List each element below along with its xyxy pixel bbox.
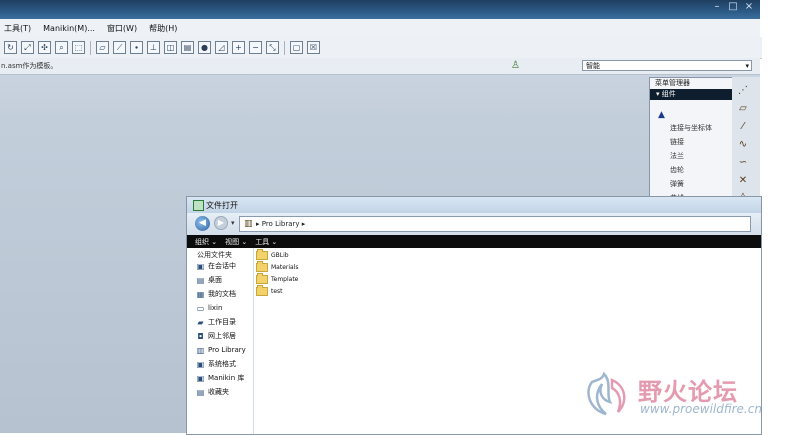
menu-tools[interactable]: 工具(T) bbox=[4, 23, 31, 34]
csys-icon[interactable]: ⊥ bbox=[147, 41, 160, 54]
menu-help[interactable]: 帮助(H) bbox=[149, 23, 177, 34]
select-icon[interactable]: ⬚ bbox=[72, 41, 85, 54]
csys-icon[interactable]: ✕ bbox=[736, 175, 750, 186]
forward-icon[interactable]: ▶ bbox=[214, 216, 228, 230]
view-button[interactable]: 视图 ⌄ bbox=[225, 237, 247, 247]
nav-item-working-dir[interactable]: ▰ 工作目录 bbox=[196, 316, 236, 328]
documents-icon: ▦ bbox=[196, 289, 205, 299]
title-bar: – □ × bbox=[0, 0, 760, 19]
dialog-title: 文件打开 bbox=[206, 201, 238, 210]
nav-item-manikin-library[interactable]: ▣ Manikin 库 bbox=[196, 372, 245, 384]
nav-item-in-session[interactable]: ▣ 在会话中 bbox=[196, 260, 236, 272]
menu-manikin[interactable]: Manikin(M)... bbox=[43, 24, 95, 33]
nav-item-favorites[interactable]: ▤ 收藏夹 bbox=[196, 386, 229, 398]
find-icon[interactable]: ⌕ bbox=[55, 41, 68, 54]
nav-item-lixin[interactable]: ▭ lixin bbox=[196, 302, 223, 314]
datum-planes-icon[interactable]: ▱ bbox=[96, 41, 109, 54]
sketch-toolbar: ⋰ ▱ ⁄ ∿ ∽ ✕ △ bbox=[732, 77, 760, 212]
nav-item-my-documents[interactable]: ▦ 我的文档 bbox=[196, 288, 236, 300]
navigation-pane: 公用文件夹 ▣ 在会话中 ▤ 桌面 ▦ 我的文档 ▭ lixin ▰ 工作目录 ◘ 网上邻居… bbox=[187, 248, 254, 434]
watermark-url: www.proewildfire.cn bbox=[640, 402, 762, 416]
list-item[interactable]: test bbox=[256, 284, 283, 297]
axes-icon[interactable]: ⟋ bbox=[113, 41, 126, 54]
minimize-icon[interactable]: – bbox=[712, 2, 722, 12]
list-item[interactable]: GBLib bbox=[256, 248, 289, 261]
triangle-icon: ▲ bbox=[658, 110, 665, 120]
window-icon[interactable]: ▢ bbox=[290, 41, 303, 54]
filter-value: 智能 bbox=[586, 62, 600, 70]
nav-header: 公用文件夹 bbox=[197, 251, 232, 259]
nav-item-desktop[interactable]: ▤ 桌面 bbox=[196, 274, 222, 286]
folder-icon bbox=[256, 272, 268, 284]
close-icon[interactable]: × bbox=[744, 2, 754, 12]
shading-icon[interactable]: ● bbox=[198, 41, 211, 54]
zoom-in-icon[interactable]: + bbox=[232, 41, 245, 54]
menu-manager-title: 菜单管理器 bbox=[655, 79, 690, 87]
orient-icon[interactable]: ⤢ bbox=[21, 41, 34, 54]
manikin-icon: ▣ bbox=[196, 373, 205, 383]
format-icon: ▣ bbox=[196, 359, 205, 369]
nav-item-pro-library[interactable]: ▥ Pro Library bbox=[196, 344, 246, 356]
spin-icon[interactable]: ✣ bbox=[38, 41, 51, 54]
status-message: n.asm作为模板。 bbox=[1, 62, 58, 70]
address-bar[interactable]: ▥ ▸ Pro Library ▸ bbox=[239, 216, 751, 232]
menu-manager-item[interactable]: 链接 bbox=[670, 137, 684, 147]
menu-manager-item[interactable]: 弹簧 bbox=[670, 179, 684, 189]
zoom-out-icon[interactable]: − bbox=[249, 41, 262, 54]
axis-icon[interactable]: ⁄ bbox=[736, 121, 750, 132]
menu-manager-section[interactable]: ▾ 组件 bbox=[650, 89, 732, 100]
library-icon: ▥ bbox=[244, 219, 253, 229]
list-item[interactable]: Template bbox=[256, 272, 298, 285]
favorites-icon: ▤ bbox=[196, 387, 205, 397]
organize-button[interactable]: 组织 ⌄ bbox=[195, 237, 217, 247]
perspective-icon[interactable]: ◿ bbox=[215, 41, 228, 54]
address-path: ▸ Pro Library ▸ bbox=[256, 220, 306, 228]
folder-icon bbox=[256, 260, 268, 272]
desktop-icon: ▤ bbox=[196, 275, 205, 285]
dialog-title-bar: 文件打开 bbox=[187, 197, 761, 213]
folder-icon: ▰ bbox=[197, 317, 204, 327]
view-icon[interactable]: ◫ bbox=[164, 41, 177, 54]
plane-icon[interactable]: ▱ bbox=[736, 103, 750, 114]
menu-window[interactable]: 窗口(W) bbox=[107, 23, 137, 34]
menu-manager-item[interactable]: 法兰 bbox=[670, 151, 684, 161]
curve-icon[interactable]: ∿ bbox=[736, 139, 750, 150]
chevron-down-icon: ▾ bbox=[745, 62, 749, 70]
traffic-light-icon[interactable]: ♙ bbox=[511, 60, 520, 71]
folder-icon bbox=[256, 284, 268, 296]
history-dropdown-icon[interactable]: ▾ bbox=[231, 219, 235, 227]
saved-views-icon[interactable]: ▤ bbox=[181, 41, 194, 54]
menu-manager-panel: 菜单管理器 ▾ 组件 ▲ 连接与坐标体 链接 法兰 齿轮 弹簧 曲线 bbox=[649, 77, 733, 214]
nav-item-system-formats[interactable]: ▣ 系统格式 bbox=[196, 358, 236, 370]
repaint-icon[interactable]: ↻ bbox=[4, 41, 17, 54]
library-icon: ▥ bbox=[196, 345, 205, 355]
folder-icon bbox=[256, 248, 268, 260]
maximize-icon[interactable]: □ bbox=[728, 2, 738, 12]
network-icon: ◘ bbox=[197, 331, 204, 341]
menu-manager-item[interactable]: 齿轮 bbox=[670, 165, 684, 175]
computer-icon: ▭ bbox=[196, 303, 205, 313]
dialog-app-icon bbox=[193, 200, 204, 211]
command-bar: 组织 ⌄ 视图 ⌄ 工具 ⌄ bbox=[187, 235, 761, 248]
tools-button[interactable]: 工具 ⌄ bbox=[255, 237, 277, 247]
point-icon[interactable]: ⋰ bbox=[736, 85, 750, 96]
flame-logo-icon bbox=[587, 371, 626, 416]
address-row: ◀ ▶ ▾ ▥ ▸ Pro Library ▸ bbox=[187, 213, 761, 235]
menu-bar: 工具(T) Manikin(M)... 窗口(W) 帮助(H) bbox=[0, 19, 760, 38]
back-icon[interactable]: ◀ bbox=[195, 216, 210, 231]
close-window-icon[interactable]: ☒ bbox=[307, 41, 320, 54]
menu-manager-item[interactable]: 连接与坐标体 bbox=[670, 123, 712, 133]
toolbar: ↻ ⤢ ✣ ⌕ ⬚ ▱ ⟋ ∙ ⊥ ◫ ▤ ● ◿ + − ⤡ ▢ ☒ bbox=[0, 37, 762, 59]
points-icon[interactable]: ∙ bbox=[130, 41, 143, 54]
status-bar: n.asm作为模板。 ♙ 智能 ▾ bbox=[0, 58, 760, 75]
monitor-icon: ▣ bbox=[196, 261, 205, 271]
spline-icon[interactable]: ∽ bbox=[736, 157, 750, 168]
nav-item-network[interactable]: ◘ 网上邻居 bbox=[196, 330, 236, 342]
refit-icon[interactable]: ⤡ bbox=[266, 41, 279, 54]
filter-select[interactable]: 智能 ▾ bbox=[582, 60, 752, 71]
watermark: 野火论坛 www.proewildfire.cn bbox=[582, 368, 772, 426]
list-item[interactable]: Materials bbox=[256, 260, 299, 273]
